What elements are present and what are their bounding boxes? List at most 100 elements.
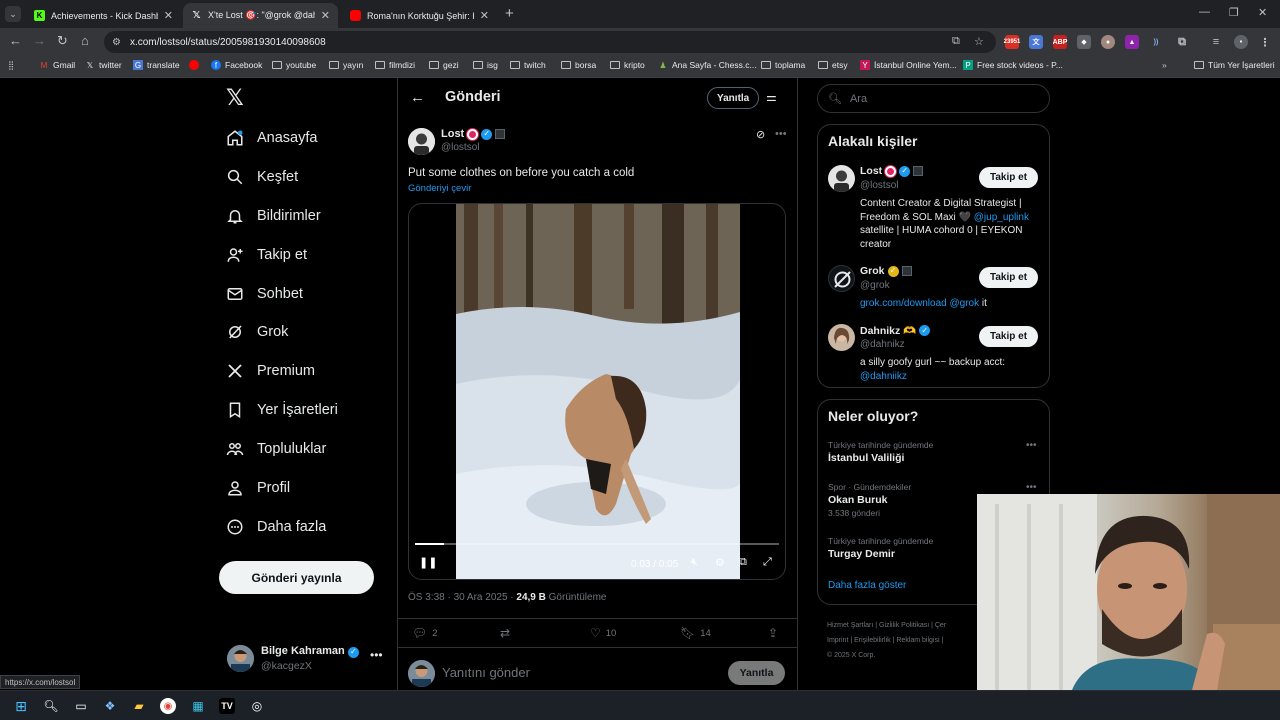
grok-icon[interactable]: ⊘: [756, 128, 765, 141]
bio-link[interactable]: @jup_uplink: [974, 212, 1029, 223]
address-bar[interactable]: ⚙ x.com/lostsol/status/20059819301400986…: [104, 31, 996, 53]
forward-icon[interactable]: →: [33, 34, 46, 48]
bookmark-translate[interactable]: Gtranslate: [133, 60, 180, 70]
bookmark-stock-videos[interactable]: P Free stock videos - P...: [963, 60, 1063, 70]
close-tab-icon[interactable]: ✕: [164, 9, 173, 22]
obs-icon[interactable]: ◎: [249, 698, 265, 714]
tab-x-post[interactable]: 𝕏 X'te Lost 🎯: "@grok @dahnikz ✕: [183, 3, 338, 28]
bio-link[interactable]: grok.com/download @grok: [860, 298, 979, 309]
trend-item[interactable]: Türkiye tarihinde gündemde İstanbul Vali…: [828, 440, 1040, 464]
nav-follow[interactable]: Takip et: [226, 243, 307, 267]
profile-avatar-icon[interactable]: •: [1234, 35, 1248, 49]
person-handle[interactable]: @dahnikz: [860, 339, 905, 350]
x-logo-icon[interactable]: 𝕏: [226, 87, 246, 109]
bookmark-istanbul[interactable]: Y İstanbul Online Yem...: [860, 60, 957, 70]
video-progress-bar[interactable]: [415, 543, 779, 545]
nav-profile[interactable]: Profil: [226, 476, 290, 500]
account-switcher[interactable]: Bilge Kahraman ✓ @kacgezX •••: [227, 644, 387, 674]
bookmark-twitter[interactable]: 𝕏twitter: [85, 60, 122, 70]
filter-sliders-icon[interactable]: ⚌: [766, 90, 777, 104]
fullscreen-icon[interactable]: ⤢: [763, 556, 772, 569]
picture-in-picture-icon[interactable]: ⧉: [739, 556, 747, 569]
avatar[interactable]: [828, 324, 855, 351]
bookmark-facebook[interactable]: f Facebook: [211, 60, 262, 70]
nav-notifications[interactable]: Bildirimler: [226, 204, 321, 228]
pause-icon[interactable]: ❚❚: [419, 556, 437, 569]
post-button[interactable]: Gönderi yayınla: [219, 561, 374, 594]
back-arrow-icon[interactable]: ←: [410, 89, 425, 106]
show-more-link[interactable]: Daha fazla göster: [828, 580, 906, 591]
all-bookmarks[interactable]: Tüm Yer İşaretleri: [1194, 60, 1275, 70]
bio-link[interactable]: @dahniikz: [860, 371, 907, 382]
person-name[interactable]: Lost ✓: [860, 165, 924, 177]
bookmark-folder-twitch[interactable]: twitch: [510, 60, 546, 70]
person-handle[interactable]: @lostsol: [860, 180, 899, 191]
bookmark-folder-yayin[interactable]: yayın: [329, 60, 363, 70]
nav-bookmarks[interactable]: Yer İşaretleri: [226, 398, 338, 422]
repost-action[interactable]: ⇄: [500, 626, 515, 640]
nav-more[interactable]: Daha fazla: [226, 515, 326, 539]
bookmark-folder-borsa[interactable]: borsa: [561, 60, 596, 70]
search-icon[interactable]: 🔍︎: [43, 698, 59, 714]
close-tab-icon[interactable]: ✕: [480, 9, 489, 22]
reload-icon[interactable]: ↻: [57, 34, 68, 48]
nav-premium[interactable]: Premium: [226, 359, 315, 383]
bookmark-folder-kripto[interactable]: kripto: [610, 60, 645, 70]
reading-list-icon[interactable]: ≡: [1209, 35, 1223, 49]
bookmark-gmail[interactable]: M Gmail: [39, 60, 76, 70]
bookmark-folder-filmdizi[interactable]: filmdizi: [375, 60, 415, 70]
nav-home[interactable]: Anasayfa: [226, 126, 317, 150]
tradingview-icon[interactable]: TV: [219, 698, 235, 714]
home-icon[interactable]: ⌂: [81, 34, 89, 48]
extension-icon[interactable]: ●: [1101, 35, 1115, 49]
more-icon[interactable]: •••: [1026, 440, 1037, 451]
app-icon[interactable]: ▦: [190, 698, 206, 714]
reply-submit-button[interactable]: Yanıtla: [728, 661, 785, 685]
nav-communities[interactable]: Topluluklar: [226, 437, 326, 461]
close-window-icon[interactable]: ✕: [1258, 6, 1267, 19]
footer-line[interactable]: Imprint | Erişilebilirlik | Reklam bilgi…: [827, 633, 977, 648]
browser-menu-icon[interactable]: ⋮: [1258, 35, 1272, 49]
reply-action[interactable]: 💬︎ 2: [412, 626, 438, 640]
translate-post-link[interactable]: Gönderiyi çevir: [408, 183, 471, 194]
bookmark-action[interactable]: 🔖︎ 14: [680, 626, 711, 640]
extension-icon[interactable]: ◆: [1077, 35, 1091, 49]
bookmark-star-icon[interactable]: ☆: [974, 35, 984, 48]
like-action[interactable]: ♡ 10: [590, 626, 616, 640]
nav-chat[interactable]: Sohbet: [226, 282, 303, 306]
minimize-icon[interactable]: —: [1199, 6, 1210, 18]
adblock-extension-icon[interactable]: ABP: [1053, 35, 1067, 49]
apps-grid-icon[interactable]: ⣿: [8, 60, 14, 71]
bookmark-folder-toplama[interactable]: toplama: [761, 60, 805, 70]
author-handle[interactable]: @lostsol: [441, 142, 480, 153]
extension-badge-icon[interactable]: 23951: [1004, 35, 1020, 49]
back-icon[interactable]: ←: [9, 34, 22, 48]
footer-line[interactable]: Hizmet Şartları | Gizlilik Politikası | …: [827, 618, 977, 633]
post-timestamp[interactable]: ÖS 3:38 · 30 Ara 2025 ·: [408, 592, 516, 603]
copilot-icon[interactable]: ❖: [102, 698, 118, 714]
author-name[interactable]: Lost ✓: [441, 128, 506, 140]
person-name[interactable]: Grok ✓: [860, 265, 912, 277]
follow-button[interactable]: Takip et: [979, 326, 1039, 347]
author-avatar[interactable]: [408, 128, 435, 155]
mute-icon[interactable]: 🔇︎: [691, 556, 698, 569]
follow-button[interactable]: Takip et: [979, 267, 1039, 288]
bookmark-youtube-shortcut[interactable]: [189, 60, 203, 70]
video-player[interactable]: ❚❚ 0:03 / 0:05 🔇︎ ⚙ ⧉ ⤢: [408, 203, 786, 580]
new-tab-button[interactable]: +: [505, 5, 514, 22]
extensions-puzzle-icon[interactable]: ⧉: [1175, 35, 1189, 49]
bookmark-folder-etsy[interactable]: etsy: [818, 60, 848, 70]
person-handle[interactable]: @grok: [860, 280, 890, 291]
close-tab-icon[interactable]: ✕: [321, 9, 330, 22]
avatar[interactable]: [828, 265, 855, 292]
chrome-icon[interactable]: ◉: [160, 698, 176, 714]
windows-start-icon[interactable]: ⊞: [13, 698, 29, 714]
avatar[interactable]: [828, 165, 855, 192]
translate-extension-icon[interactable]: 文: [1029, 35, 1043, 49]
extension-icon[interactable]: ▲: [1125, 35, 1139, 49]
file-explorer-icon[interactable]: ▰: [131, 698, 147, 714]
settings-gear-icon[interactable]: ⚙: [715, 556, 725, 569]
nav-grok[interactable]: Grok: [226, 320, 288, 344]
follow-button[interactable]: Takip et: [979, 167, 1039, 188]
more-options-icon[interactable]: •••: [775, 128, 787, 140]
